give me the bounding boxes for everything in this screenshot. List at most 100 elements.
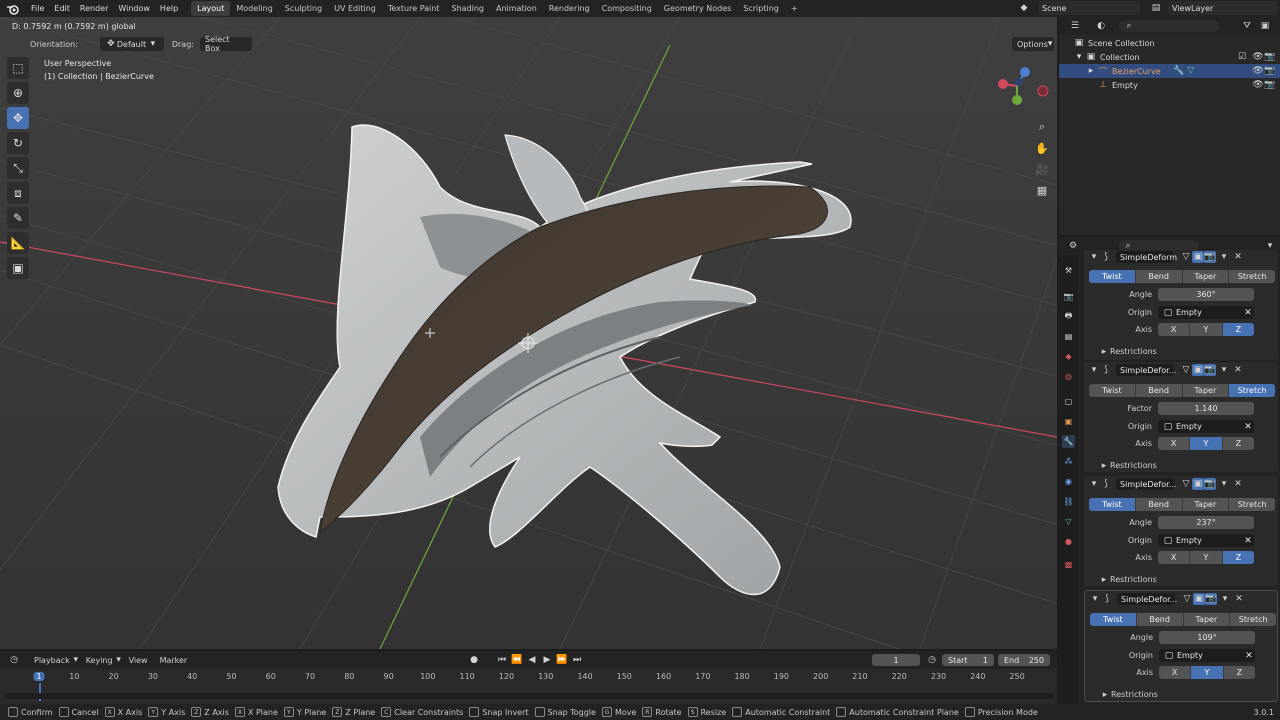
clock-icon[interactable]: ◷	[926, 654, 938, 666]
mode-stretch-button[interactable]: Stretch	[1229, 498, 1275, 511]
axis-z-button[interactable]: Z	[1222, 551, 1254, 564]
origin-field[interactable]: ▢ Empty ✕	[1158, 306, 1254, 319]
edit-mode-icon[interactable]: ▽	[1180, 478, 1192, 490]
modifier-name-field[interactable]: SimpleDefor...	[1116, 364, 1176, 376]
axis-y-button[interactable]: Y	[1190, 437, 1223, 450]
menu-edit[interactable]: Edit	[49, 0, 75, 17]
properties-editor-icon[interactable]: ⚙	[1067, 240, 1079, 252]
axis-y-button[interactable]: Y	[1191, 666, 1224, 679]
restrictions-subpanel[interactable]: ▸ Restrictions	[1098, 346, 1157, 358]
options-dropdown[interactable]: Options ▾	[1012, 37, 1054, 51]
jump-start-icon[interactable]: ⏮	[496, 654, 508, 666]
particles-tab-icon[interactable]: ⁂	[1062, 455, 1075, 468]
tab-geometry-nodes[interactable]: Geometry Nodes	[658, 1, 737, 16]
annotate-tool-icon[interactable]: ✎	[7, 207, 29, 229]
view-layer-selector[interactable]: ViewLayer	[1168, 1, 1278, 15]
menu-playback[interactable]: Playback	[34, 656, 70, 665]
close-icon[interactable]: ✕	[1232, 364, 1244, 376]
transform-tool-icon[interactable]: ⧈	[7, 182, 29, 204]
edit-mode-icon[interactable]: ▽	[1181, 593, 1193, 605]
modifier-name-field[interactable]: SimpleDefor...	[1117, 593, 1177, 605]
outliner-row-scene-collection[interactable]: ▣ Scene Collection	[1059, 36, 1280, 50]
menu-help[interactable]: Help	[155, 0, 183, 17]
output-tab-icon[interactable]: 🖶	[1062, 310, 1075, 323]
close-icon[interactable]: ✕	[1232, 251, 1244, 263]
chevron-down-icon[interactable]: ▾	[1219, 593, 1231, 605]
modifier-name-field[interactable]: SimpleDeform	[1116, 251, 1177, 263]
modifier-name-field[interactable]: SimpleDefor...	[1116, 478, 1176, 490]
render-display-icon[interactable]: 📷	[1205, 593, 1217, 605]
chevron-down-icon[interactable]: ▾	[1088, 478, 1100, 490]
chevron-down-icon[interactable]: ▾	[1218, 364, 1230, 376]
menu-keying[interactable]: Keying	[86, 656, 113, 665]
menu-view[interactable]: View	[129, 656, 148, 665]
mode-twist-button[interactable]: Twist	[1089, 498, 1136, 511]
restrictions-subpanel[interactable]: ▸ Restrictions	[1098, 574, 1157, 586]
drag-dropdown[interactable]: Select Box	[199, 35, 252, 53]
tab-modeling[interactable]: Modeling	[230, 1, 278, 16]
new-collection-icon[interactable]: ▣	[1259, 20, 1271, 32]
angle-field[interactable]: 109°	[1159, 631, 1255, 644]
origin-field[interactable]: ▢ Empty ✕	[1158, 420, 1254, 433]
cursor-tool-icon[interactable]: ⊕	[7, 82, 29, 104]
clear-field-icon[interactable]: ✕	[1242, 421, 1254, 433]
mode-taper-button[interactable]: Taper	[1182, 384, 1230, 397]
axis-y-button[interactable]: Y	[1190, 323, 1223, 336]
grid-view-icon[interactable]: ▦	[1033, 181, 1051, 199]
mode-taper-button[interactable]: Taper	[1182, 498, 1230, 511]
edit-mode-icon[interactable]: ▽	[1180, 251, 1192, 263]
render-display-icon[interactable]: 📷	[1204, 478, 1216, 490]
render-tab-icon[interactable]: 📷	[1062, 290, 1075, 303]
tab-compositing[interactable]: Compositing	[596, 1, 658, 16]
eye-icon[interactable]: 👁	[1252, 51, 1264, 63]
edit-mode-icon[interactable]: ▽	[1180, 364, 1192, 376]
restrictions-subpanel[interactable]: ▸ Restrictions	[1098, 460, 1157, 472]
mode-twist-button[interactable]: Twist	[1089, 270, 1136, 283]
jump-keyframe-forward-icon[interactable]: ⏩	[556, 654, 568, 666]
timeline-editor-icon[interactable]: ◷	[8, 654, 20, 666]
scene-tab-icon[interactable]: ◆	[1062, 350, 1075, 363]
scale-tool-icon[interactable]: ⤡	[7, 157, 29, 179]
outliner-row-collection[interactable]: ▾ ▣ Collection ☑ 👁 📷	[1059, 50, 1280, 64]
play-icon[interactable]: ▶	[541, 654, 553, 666]
mode-stretch-button[interactable]: Stretch	[1230, 613, 1276, 626]
viewport-scene[interactable]	[0, 17, 1057, 649]
camera-icon[interactable]: 📷	[1264, 79, 1276, 91]
clear-field-icon[interactable]: ✕	[1242, 307, 1254, 319]
rotate-tool-icon[interactable]: ↻	[7, 132, 29, 154]
tab-rendering[interactable]: Rendering	[543, 1, 596, 16]
close-icon[interactable]: ✕	[1233, 593, 1245, 605]
chevron-down-icon[interactable]: ▾	[1088, 251, 1100, 263]
chevron-down-icon[interactable]: ▾	[1089, 593, 1101, 605]
navigation-gizmo[interactable]	[995, 60, 1051, 112]
mode-taper-button[interactable]: Taper	[1183, 613, 1231, 626]
texture-tab-icon[interactable]: ▩	[1062, 558, 1075, 571]
mode-twist-button[interactable]: Twist	[1090, 613, 1137, 626]
zoom-icon[interactable]: ⌕	[1033, 118, 1051, 136]
orientation-dropdown[interactable]: ✥ Default ▾	[99, 37, 164, 51]
end-frame-field[interactable]: End 250	[998, 654, 1050, 666]
select-box-tool-icon[interactable]: ⬚	[7, 57, 29, 79]
pan-hand-icon[interactable]: ✋	[1033, 139, 1051, 157]
mode-bend-button[interactable]: Bend	[1135, 498, 1183, 511]
filter-icon[interactable]: ⛛	[1241, 20, 1253, 32]
tab-sculpting[interactable]: Sculpting	[279, 1, 328, 16]
mode-bend-button[interactable]: Bend	[1135, 384, 1183, 397]
outliner-row-empty[interactable]: ⊥ Empty 👁 📷	[1059, 78, 1280, 92]
menu-marker[interactable]: Marker	[160, 656, 188, 665]
timeline-editor[interactable]: ◷ Playback ▾ Keying ▾ View Marker ● ⏮ ⏪ ◀ …	[0, 651, 1057, 704]
realtime-display-icon[interactable]: ▣	[1192, 364, 1204, 376]
tab-texture-paint[interactable]: Texture Paint	[382, 1, 446, 16]
data-tab-icon[interactable]: ▽	[1062, 515, 1075, 528]
display-mode-icon[interactable]: ◐	[1095, 20, 1107, 32]
clear-field-icon[interactable]: ✕	[1242, 535, 1254, 547]
outliner-editor-icon[interactable]: ☰	[1069, 20, 1081, 32]
close-icon[interactable]: ✕	[1232, 478, 1244, 490]
timeline-scrollbar[interactable]	[4, 693, 1054, 699]
render-display-icon[interactable]: 📷	[1204, 251, 1216, 263]
axis-z-button[interactable]: Z	[1222, 323, 1254, 336]
modifier-tab-icon[interactable]: 🔧	[1062, 435, 1075, 448]
clear-field-icon[interactable]: ✕	[1243, 650, 1255, 662]
scene-selector[interactable]: Scene	[1038, 1, 1140, 15]
3d-viewport[interactable]	[0, 17, 1057, 649]
